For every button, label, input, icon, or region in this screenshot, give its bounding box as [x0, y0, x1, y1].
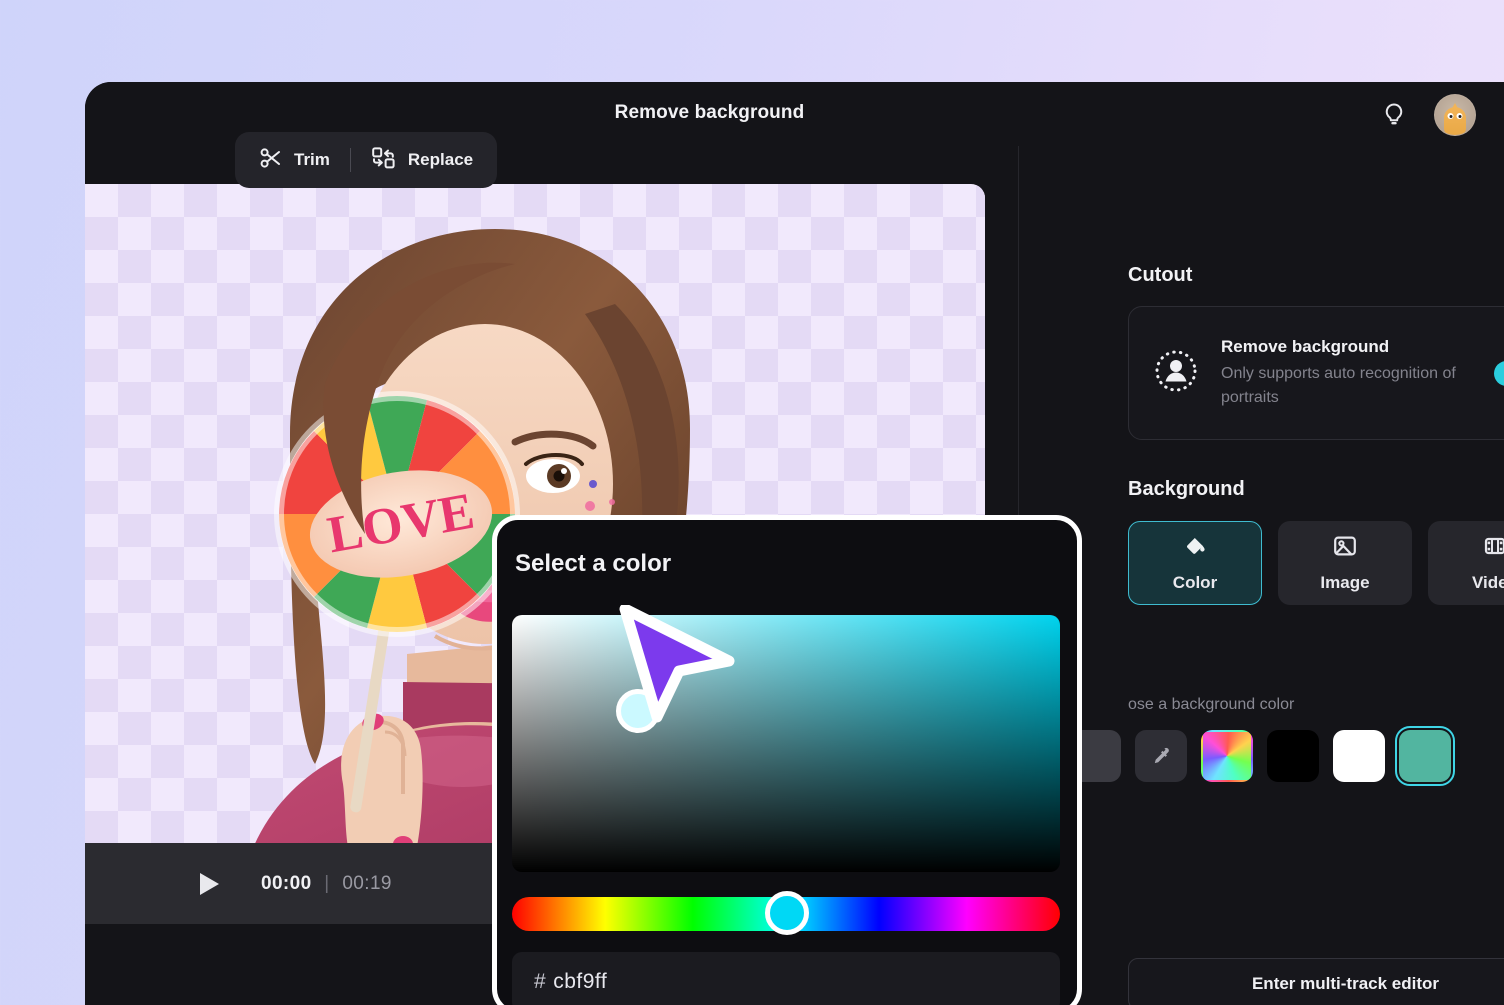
- right-panel: Cutout Remove background Only supports a…: [1019, 146, 1504, 1005]
- trim-button[interactable]: Trim: [257, 142, 332, 179]
- portrait-cutout-icon: [1153, 348, 1199, 399]
- background-type-group: Color Image Vide: [1128, 521, 1504, 605]
- replace-label: Replace: [407, 150, 474, 169]
- toolbar-separator: [349, 148, 351, 172]
- choose-color-label: ose a background color: [1128, 696, 1295, 713]
- hex-prefix: #: [534, 970, 547, 993]
- paint-bucket-icon: [1182, 533, 1208, 564]
- avatar-eyes: [1447, 113, 1463, 119]
- current-time: 00:00: [261, 872, 312, 894]
- swatch-rainbow[interactable]: [1201, 730, 1253, 782]
- swatch-eyedropper[interactable]: [1135, 730, 1187, 782]
- replace-button[interactable]: Replace: [369, 142, 475, 179]
- background-type-label: Image: [1320, 573, 1370, 592]
- dialog-title: Select a color: [515, 550, 672, 577]
- saturation-value-panel[interactable]: [512, 615, 1060, 872]
- background-type-label: Video: [1472, 573, 1504, 592]
- header-actions: [1374, 94, 1476, 136]
- scissors-icon: [259, 146, 283, 175]
- avatar-face: [1444, 107, 1466, 135]
- color-swatch-row: [1069, 726, 1455, 786]
- editor-toolbar: Trim Replace: [235, 132, 498, 188]
- cutout-card-title: Remove background: [1221, 337, 1390, 357]
- saturation-value-handle[interactable]: [616, 689, 660, 733]
- cutout-heading: Cutout: [1128, 264, 1193, 286]
- enter-multi-track-editor-button[interactable]: Enter multi-track editor: [1128, 958, 1504, 1005]
- remove-background-toggle[interactable]: [1494, 360, 1504, 386]
- swap-icon: [371, 146, 397, 175]
- background-type-color[interactable]: Color: [1128, 521, 1262, 605]
- swatch-teal[interactable]: [1395, 726, 1455, 786]
- lightbulb-icon[interactable]: [1374, 95, 1414, 135]
- trim-label: Trim: [294, 150, 330, 169]
- select-color-dialog: Select a color # cbf9ff: [492, 515, 1082, 1005]
- avatar[interactable]: [1434, 94, 1476, 136]
- time-display: 00:00 | 00:19: [261, 873, 392, 895]
- eyedropper-icon: [1154, 747, 1169, 764]
- hex-value: cbf9ff: [553, 970, 608, 993]
- swatch-white[interactable]: [1333, 730, 1385, 782]
- cutout-card-subtitle: Only supports auto recognition of portra…: [1221, 365, 1456, 406]
- background-heading: Background: [1128, 478, 1245, 500]
- cutout-card-text: Remove background Only supports auto rec…: [1221, 337, 1472, 408]
- remove-background-card: Remove background Only supports auto rec…: [1128, 306, 1504, 440]
- time-separator: |: [324, 872, 330, 894]
- image-icon: [1332, 533, 1358, 564]
- background-type-image[interactable]: Image: [1278, 521, 1412, 605]
- background-type-label: Color: [1172, 573, 1218, 592]
- hue-slider-thumb[interactable]: [765, 891, 809, 935]
- play-button[interactable]: [200, 872, 219, 895]
- film-strip-icon: [1482, 533, 1504, 564]
- total-time: 00:19: [342, 872, 392, 894]
- background-type-video[interactable]: Video: [1428, 521, 1504, 605]
- hex-color-input[interactable]: # cbf9ff: [512, 952, 1060, 1005]
- page-title: Remove background: [614, 102, 805, 123]
- swatch-black[interactable]: [1267, 730, 1319, 782]
